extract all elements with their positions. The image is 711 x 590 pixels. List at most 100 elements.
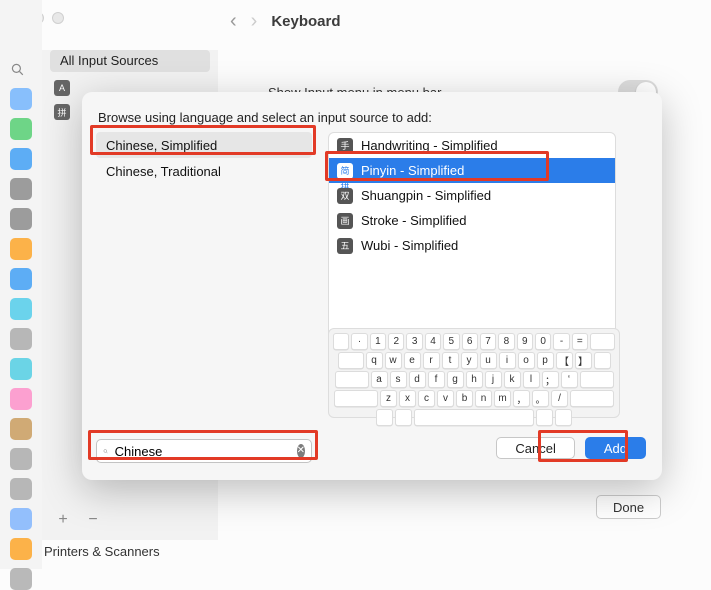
clear-search-icon[interactable]: ✕	[297, 444, 305, 458]
keyboard-key: i	[499, 352, 516, 369]
keyboard-key: 0	[535, 333, 551, 350]
keyboard-key: 9	[517, 333, 533, 350]
input-source-badge-icon: 手	[337, 138, 353, 154]
input-source-item[interactable]: 手 Handwriting - Simplified	[329, 133, 615, 158]
keyboard-key	[395, 409, 412, 426]
keyboard-key: 6	[462, 333, 478, 350]
input-source-item[interactable]: 双Shuangpin - Simplified	[329, 183, 615, 208]
keyboard-key: f	[428, 371, 445, 388]
sidebar-app-icon[interactable]	[10, 418, 32, 440]
input-source-item[interactable]: 五Wubi - Simplified	[329, 233, 615, 258]
remove-source-button[interactable]: −	[84, 512, 102, 530]
keyboard-key: 】	[575, 352, 592, 369]
sidebar-app-icon[interactable]	[10, 388, 32, 410]
sidebar-app-icon[interactable]	[10, 118, 32, 140]
search-field[interactable]: ✕	[96, 439, 312, 463]
input-source-badge-icon: 简拼	[337, 163, 353, 179]
back-arrow-icon[interactable]: ‹	[230, 10, 237, 33]
add-source-button[interactable]: +	[54, 512, 72, 530]
sidebar-app-icon[interactable]	[10, 208, 32, 230]
keyboard-key: /	[551, 390, 568, 407]
input-source-badge: 拼	[54, 104, 70, 120]
keyboard-key	[376, 409, 393, 426]
keyboard-key	[555, 409, 572, 426]
keyboard-key: e	[404, 352, 421, 369]
keyboard-key	[536, 409, 553, 426]
keyboard-key: 3	[406, 333, 422, 350]
keyboard-key: =	[572, 333, 588, 350]
search-icon	[103, 445, 109, 458]
keyboard-key: j	[485, 371, 502, 388]
keyboard-key: g	[447, 371, 464, 388]
cancel-button[interactable]: Cancel	[496, 437, 574, 459]
keyboard-key: k	[504, 371, 521, 388]
keyboard-key: c	[418, 390, 435, 407]
sidebar-app-icon[interactable]	[10, 478, 32, 500]
modal-prompt: Browse using language and select an inpu…	[98, 110, 432, 125]
input-source-badge: A	[54, 80, 70, 96]
keyboard-key: -	[553, 333, 569, 350]
printers-scanners-item[interactable]: Printers & Scanners	[44, 544, 160, 559]
keyboard-key: 。	[532, 390, 549, 407]
system-settings-sidebar	[0, 0, 42, 569]
keyboard-key: q	[366, 352, 383, 369]
keyboard-key: 7	[480, 333, 496, 350]
sidebar-app-icon[interactable]	[10, 148, 32, 170]
sidebar-app-icon[interactable]	[10, 538, 32, 560]
sidebar-app-icon[interactable]	[10, 508, 32, 530]
input-source-label: Stroke - Simplified	[361, 213, 466, 228]
keyboard-key: ·	[351, 333, 367, 350]
keyboard-key: d	[409, 371, 426, 388]
keyboard-key: m	[494, 390, 511, 407]
keyboard-key: s	[390, 371, 407, 388]
keyboard-key: v	[437, 390, 454, 407]
keyboard-key: ‘	[561, 371, 578, 388]
keyboard-key: r	[423, 352, 440, 369]
sidebar-app-icon[interactable]	[10, 298, 32, 320]
input-source-badge-icon: 五	[337, 238, 353, 254]
input-source-item[interactable]: 画 Stroke - Simplified	[329, 208, 615, 233]
keyboard-key: n	[475, 390, 492, 407]
keyboard-key: 2	[388, 333, 404, 350]
add-input-source-modal: Browse using language and select an inpu…	[82, 92, 662, 480]
keyboard-key: 8	[498, 333, 514, 350]
keyboard-key: 1	[370, 333, 386, 350]
max-light[interactable]	[52, 12, 64, 24]
forward-arrow-icon[interactable]: ›	[251, 10, 258, 33]
keyboard-key: h	[466, 371, 483, 388]
page-title: Keyboard	[271, 13, 340, 30]
keyboard-key: b	[456, 390, 473, 407]
input-source-badge-icon: 双	[337, 188, 353, 204]
keyboard-key	[414, 409, 534, 426]
sidebar-app-icon[interactable]	[10, 328, 32, 350]
sidebar-app-icon[interactable]	[10, 178, 32, 200]
keyboard-key: l	[523, 371, 540, 388]
keyboard-key: a	[371, 371, 388, 388]
sidebar-app-icon[interactable]	[10, 358, 32, 380]
input-source-item[interactable]: 简拼 Pinyin - Simplified	[329, 158, 615, 183]
keyboard-preview: ·1234567890-=qwertyuiop【】asdfghjkl；‘zxcv…	[328, 328, 620, 418]
search-input[interactable]	[115, 444, 291, 459]
sidebar-app-icon[interactable]	[10, 568, 32, 590]
language-list: Chinese, SimplifiedChinese, Traditional	[96, 132, 312, 460]
keyboard-key: ，	[513, 390, 530, 407]
keyboard-key: z	[380, 390, 397, 407]
keyboard-key: t	[442, 352, 459, 369]
sidebar-app-icon[interactable]	[10, 448, 32, 470]
sidebar-app-icon[interactable]	[10, 238, 32, 260]
input-source-badge-icon: 画	[337, 213, 353, 229]
done-button[interactable]: Done	[596, 495, 661, 519]
sidebar-app-icon[interactable]	[10, 88, 32, 110]
all-input-sources-header[interactable]: All Input Sources	[50, 50, 210, 72]
language-item[interactable]: Chinese, Simplified	[96, 132, 312, 158]
sidebar-app-icon[interactable]	[10, 268, 32, 290]
keyboard-key: 5	[443, 333, 459, 350]
search-icon[interactable]	[10, 62, 30, 82]
header: ‹ › Keyboard	[230, 10, 341, 33]
language-item[interactable]: Chinese, Traditional	[96, 158, 312, 184]
input-source-label: Handwriting - Simplified	[361, 138, 498, 153]
input-source-label: Pinyin - Simplified	[361, 163, 464, 178]
add-button[interactable]: Add	[585, 437, 646, 459]
keyboard-key: o	[518, 352, 535, 369]
keyboard-key: 【	[556, 352, 573, 369]
